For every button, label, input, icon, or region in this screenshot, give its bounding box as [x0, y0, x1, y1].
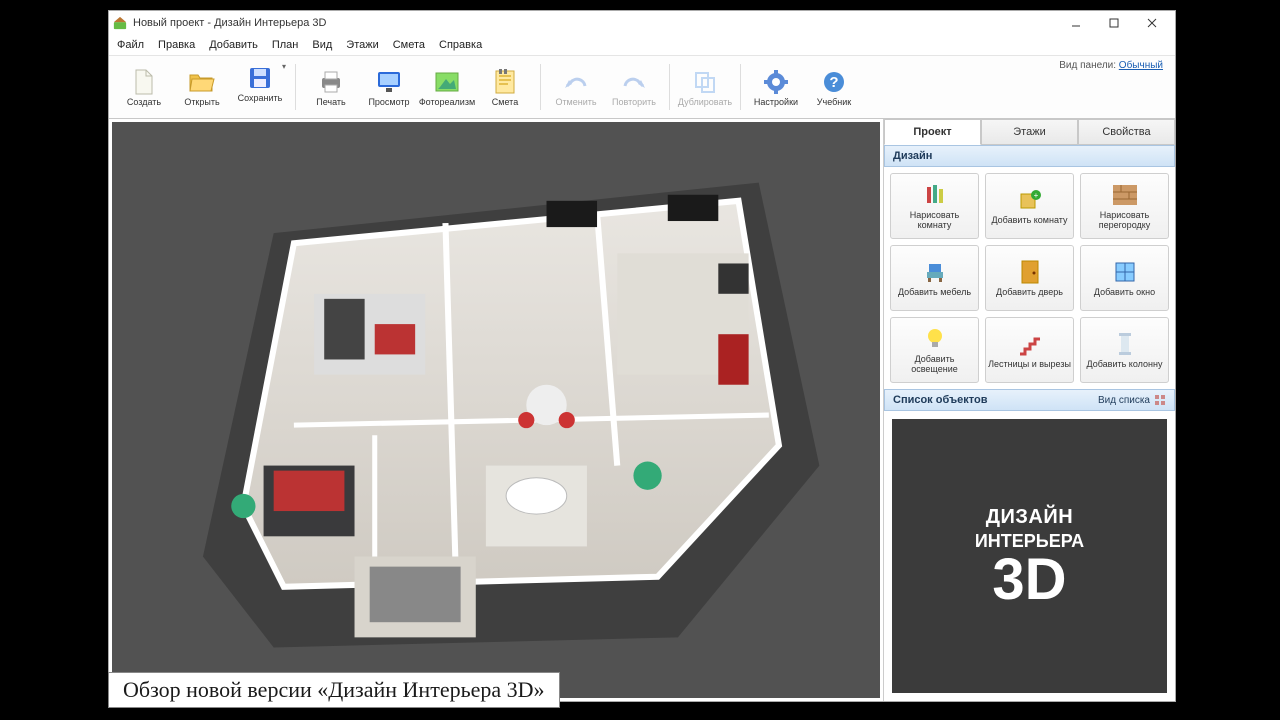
file-new-icon: [130, 68, 158, 96]
menu-floors[interactable]: Этажи: [346, 39, 378, 51]
menu-view[interactable]: Вид: [312, 39, 332, 51]
floorplan-render: [112, 122, 880, 688]
toolbar: Создать Открыть Сохранить▾ Печать Просмо…: [109, 55, 1175, 119]
brick-icon: [1112, 182, 1138, 208]
stairs-icon: [1017, 331, 1043, 357]
video-caption: Обзор новой версии «Дизайн Интерьера 3D»: [108, 672, 560, 708]
card-add-room[interactable]: +Добавить комнату: [985, 173, 1074, 239]
panel-mode: Вид панели: Обычный: [1059, 60, 1169, 71]
tab-properties[interactable]: Свойства: [1078, 119, 1175, 145]
duplicate-button[interactable]: Дублировать: [676, 59, 734, 115]
viewport-3d[interactable]: [112, 122, 880, 698]
door-icon: [1017, 259, 1043, 285]
menu-help[interactable]: Справка: [439, 39, 482, 51]
card-draw-room[interactable]: Нарисовать комнату: [890, 173, 979, 239]
list-view-toggle[interactable]: Вид списка: [1098, 394, 1166, 406]
print-button[interactable]: Печать: [302, 59, 360, 115]
save-button[interactable]: Сохранить▾: [231, 59, 289, 115]
menu-add[interactable]: Добавить: [209, 39, 258, 51]
window-controls: [1057, 12, 1171, 34]
gear-icon: [762, 68, 790, 96]
design-tools-grid: Нарисовать комнату +Добавить комнату Нар…: [884, 167, 1175, 389]
preview-button[interactable]: Просмотр: [360, 59, 418, 115]
create-button[interactable]: Создать: [115, 59, 173, 115]
menu-edit[interactable]: Правка: [158, 39, 195, 51]
chevron-down-icon: ▾: [282, 63, 286, 71]
toolbar-separator: [540, 64, 541, 110]
object-list-area: ДИЗАЙН ИНТЕРЬЕРА 3D: [884, 411, 1175, 701]
side-panel: Проект Этажи Свойства Дизайн Нарисовать …: [883, 119, 1175, 701]
printer-icon: [317, 68, 345, 96]
estimate-button[interactable]: Смета: [476, 59, 534, 115]
menu-plan[interactable]: План: [272, 39, 299, 51]
card-add-lighting[interactable]: Добавить освещение: [890, 317, 979, 383]
section-design-header: Дизайн: [884, 145, 1175, 167]
photorealism-button[interactable]: Фотореализм: [418, 59, 476, 115]
toolbar-separator: [669, 64, 670, 110]
bulb-icon: [922, 326, 948, 352]
main-area: Проект Этажи Свойства Дизайн Нарисовать …: [109, 119, 1175, 701]
window-title: Новый проект - Дизайн Интерьера 3D: [133, 17, 1057, 29]
folder-open-icon: [188, 68, 216, 96]
card-add-door[interactable]: Добавить дверь: [985, 245, 1074, 311]
card-add-window[interactable]: Добавить окно: [1080, 245, 1169, 311]
add-room-icon: +: [1017, 187, 1043, 213]
help-icon: ?: [820, 68, 848, 96]
window-icon: [1112, 259, 1138, 285]
panel-mode-link[interactable]: Обычный: [1119, 60, 1163, 71]
open-button[interactable]: Открыть: [173, 59, 231, 115]
monitor-icon: [375, 68, 403, 96]
undo-button[interactable]: Отменить: [547, 59, 605, 115]
column-icon: [1112, 331, 1138, 357]
settings-button[interactable]: Настройки: [747, 59, 805, 115]
card-add-column[interactable]: Добавить колонну: [1080, 317, 1169, 383]
side-tabs: Проект Этажи Свойства: [884, 119, 1175, 145]
redo-icon: [620, 68, 648, 96]
chair-icon: [922, 259, 948, 285]
app-window: Новый проект - Дизайн Интерьера 3D Файл …: [108, 10, 1176, 702]
render-icon: [433, 68, 461, 96]
notepad-icon: [491, 68, 519, 96]
close-button[interactable]: [1133, 12, 1171, 34]
maximize-button[interactable]: [1095, 12, 1133, 34]
redo-button[interactable]: Повторить: [605, 59, 663, 115]
list-icon: [1154, 394, 1166, 406]
help-button[interactable]: ?Учебник: [805, 59, 863, 115]
duplicate-icon: [691, 68, 719, 96]
menu-file[interactable]: Файл: [117, 39, 144, 51]
svg-text:+: +: [1033, 191, 1038, 200]
svg-text:?: ?: [829, 74, 838, 91]
menubar: Файл Правка Добавить План Вид Этажи Смет…: [109, 35, 1175, 55]
undo-icon: [562, 68, 590, 96]
titlebar: Новый проект - Дизайн Интерьера 3D: [109, 11, 1175, 35]
tab-floors[interactable]: Этажи: [981, 119, 1078, 145]
floppy-icon: [246, 64, 274, 92]
app-icon: [113, 16, 127, 30]
toolbar-separator: [740, 64, 741, 110]
card-draw-partition[interactable]: Нарисовать перегородку: [1080, 173, 1169, 239]
brushes-icon: [922, 182, 948, 208]
promo-banner: ДИЗАЙН ИНТЕРЬЕРА 3D: [892, 419, 1167, 693]
toolbar-separator: [295, 64, 296, 110]
tab-project[interactable]: Проект: [884, 119, 981, 145]
card-stairs[interactable]: Лестницы и вырезы: [985, 317, 1074, 383]
card-add-furniture[interactable]: Добавить мебель: [890, 245, 979, 311]
section-objects-header: Список объектов Вид списка: [884, 389, 1175, 411]
minimize-button[interactable]: [1057, 12, 1095, 34]
menu-estimate[interactable]: Смета: [393, 39, 425, 51]
